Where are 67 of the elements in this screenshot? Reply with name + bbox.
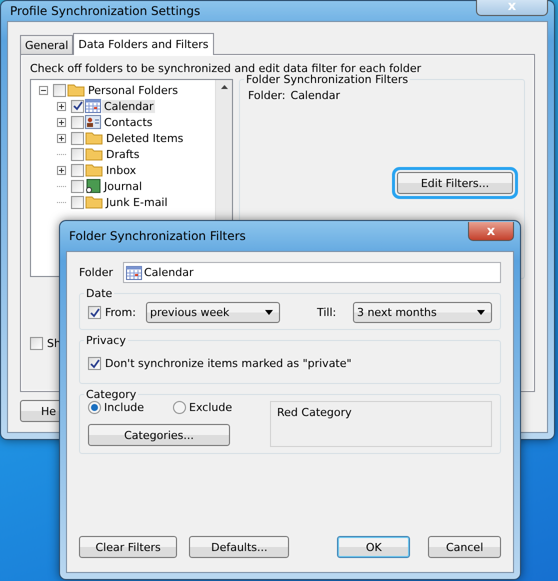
collapse-icon[interactable]: [39, 86, 48, 94]
dialog-button[interactable]: Clear Filters: [79, 536, 178, 558]
tree-item[interactable]: Inbox: [104, 164, 138, 176]
tree-item[interactable]: Junk E-mail: [104, 196, 170, 208]
group-title: Privacy: [84, 334, 128, 347]
tree-item[interactable]: Calendar: [102, 100, 156, 112]
radio-dot-icon: [91, 404, 98, 411]
from-label: From:: [105, 306, 136, 319]
folder-icon: [85, 195, 103, 209]
folder-icon: [85, 147, 103, 161]
checkbox[interactable]: [71, 148, 84, 160]
checkbox[interactable]: [71, 164, 84, 176]
tree-item[interactable]: Drafts: [104, 148, 142, 160]
instructions-text: Check off folders to be synchronized and edit data filter for each folder: [30, 62, 422, 75]
folder-field[interactable]: Calendar: [123, 262, 501, 283]
checkbox[interactable]: [71, 180, 84, 192]
group-title: Date: [84, 287, 114, 300]
group-title: Folder Synchronization Filters: [244, 73, 410, 86]
list-item[interactable]: Red Category: [277, 406, 485, 419]
journal-icon: [85, 179, 101, 193]
group-title: Category: [84, 388, 138, 401]
checkbox[interactable]: [88, 357, 101, 370]
till-dropdown[interactable]: 3 next months: [352, 302, 492, 323]
checkbox[interactable]: [88, 306, 101, 319]
caret-icon: [477, 310, 485, 315]
from-dropdown[interactable]: previous week: [146, 302, 280, 323]
till-label: Till:: [316, 306, 338, 319]
folder-label: Folder:: [248, 89, 286, 102]
tree-item[interactable]: Deleted Items: [104, 132, 186, 144]
checkbox[interactable]: [53, 84, 66, 96]
radio-label: Include: [104, 401, 144, 414]
contact-card-icon: [85, 115, 101, 129]
expand-icon[interactable]: [57, 166, 66, 174]
checkbox[interactable]: [71, 132, 84, 144]
folder-icon: [67, 83, 85, 97]
tree-item[interactable]: Contacts: [102, 116, 155, 128]
calendar-icon: [85, 99, 101, 113]
folder-name: Calendar: [290, 89, 340, 102]
radio-button[interactable]: [88, 401, 101, 414]
dialog-button[interactable]: Defaults...: [189, 536, 290, 558]
tree-item[interactable]: Personal Folders: [86, 84, 180, 96]
dialog-title: Folder Synchronization Filters: [69, 229, 246, 243]
window-title: Profile Synchronization Settings: [10, 4, 200, 18]
caret-icon: [264, 310, 273, 315]
radio-label: Exclude: [189, 401, 232, 414]
radio-button[interactable]: [173, 401, 186, 414]
checkbox[interactable]: [71, 196, 84, 208]
tab[interactable]: Data Folders and Filters: [73, 33, 214, 55]
tab[interactable]: General: [20, 35, 74, 54]
expand-icon[interactable]: [57, 118, 66, 126]
check-icon: [90, 308, 100, 318]
folder-label: Folder: [79, 266, 113, 279]
dialog-button[interactable]: Cancel: [428, 536, 502, 558]
dialog-button[interactable]: OK: [337, 536, 410, 558]
check-icon: [90, 358, 100, 368]
folder-icon: [85, 131, 103, 145]
categories-button[interactable]: Categories...: [88, 424, 230, 446]
checkbox[interactable]: [71, 100, 84, 112]
checkbox[interactable]: [30, 337, 43, 350]
tree-item[interactable]: Journal: [102, 180, 144, 192]
folder-icon: [85, 163, 103, 177]
check-icon: [72, 101, 82, 111]
checkbox[interactable]: [71, 116, 84, 128]
expand-icon[interactable]: [57, 134, 66, 142]
expand-icon[interactable]: [57, 102, 66, 110]
calendar-icon: [126, 266, 142, 280]
checkbox-label: Don't synchronize items marked as "private": [105, 357, 352, 370]
